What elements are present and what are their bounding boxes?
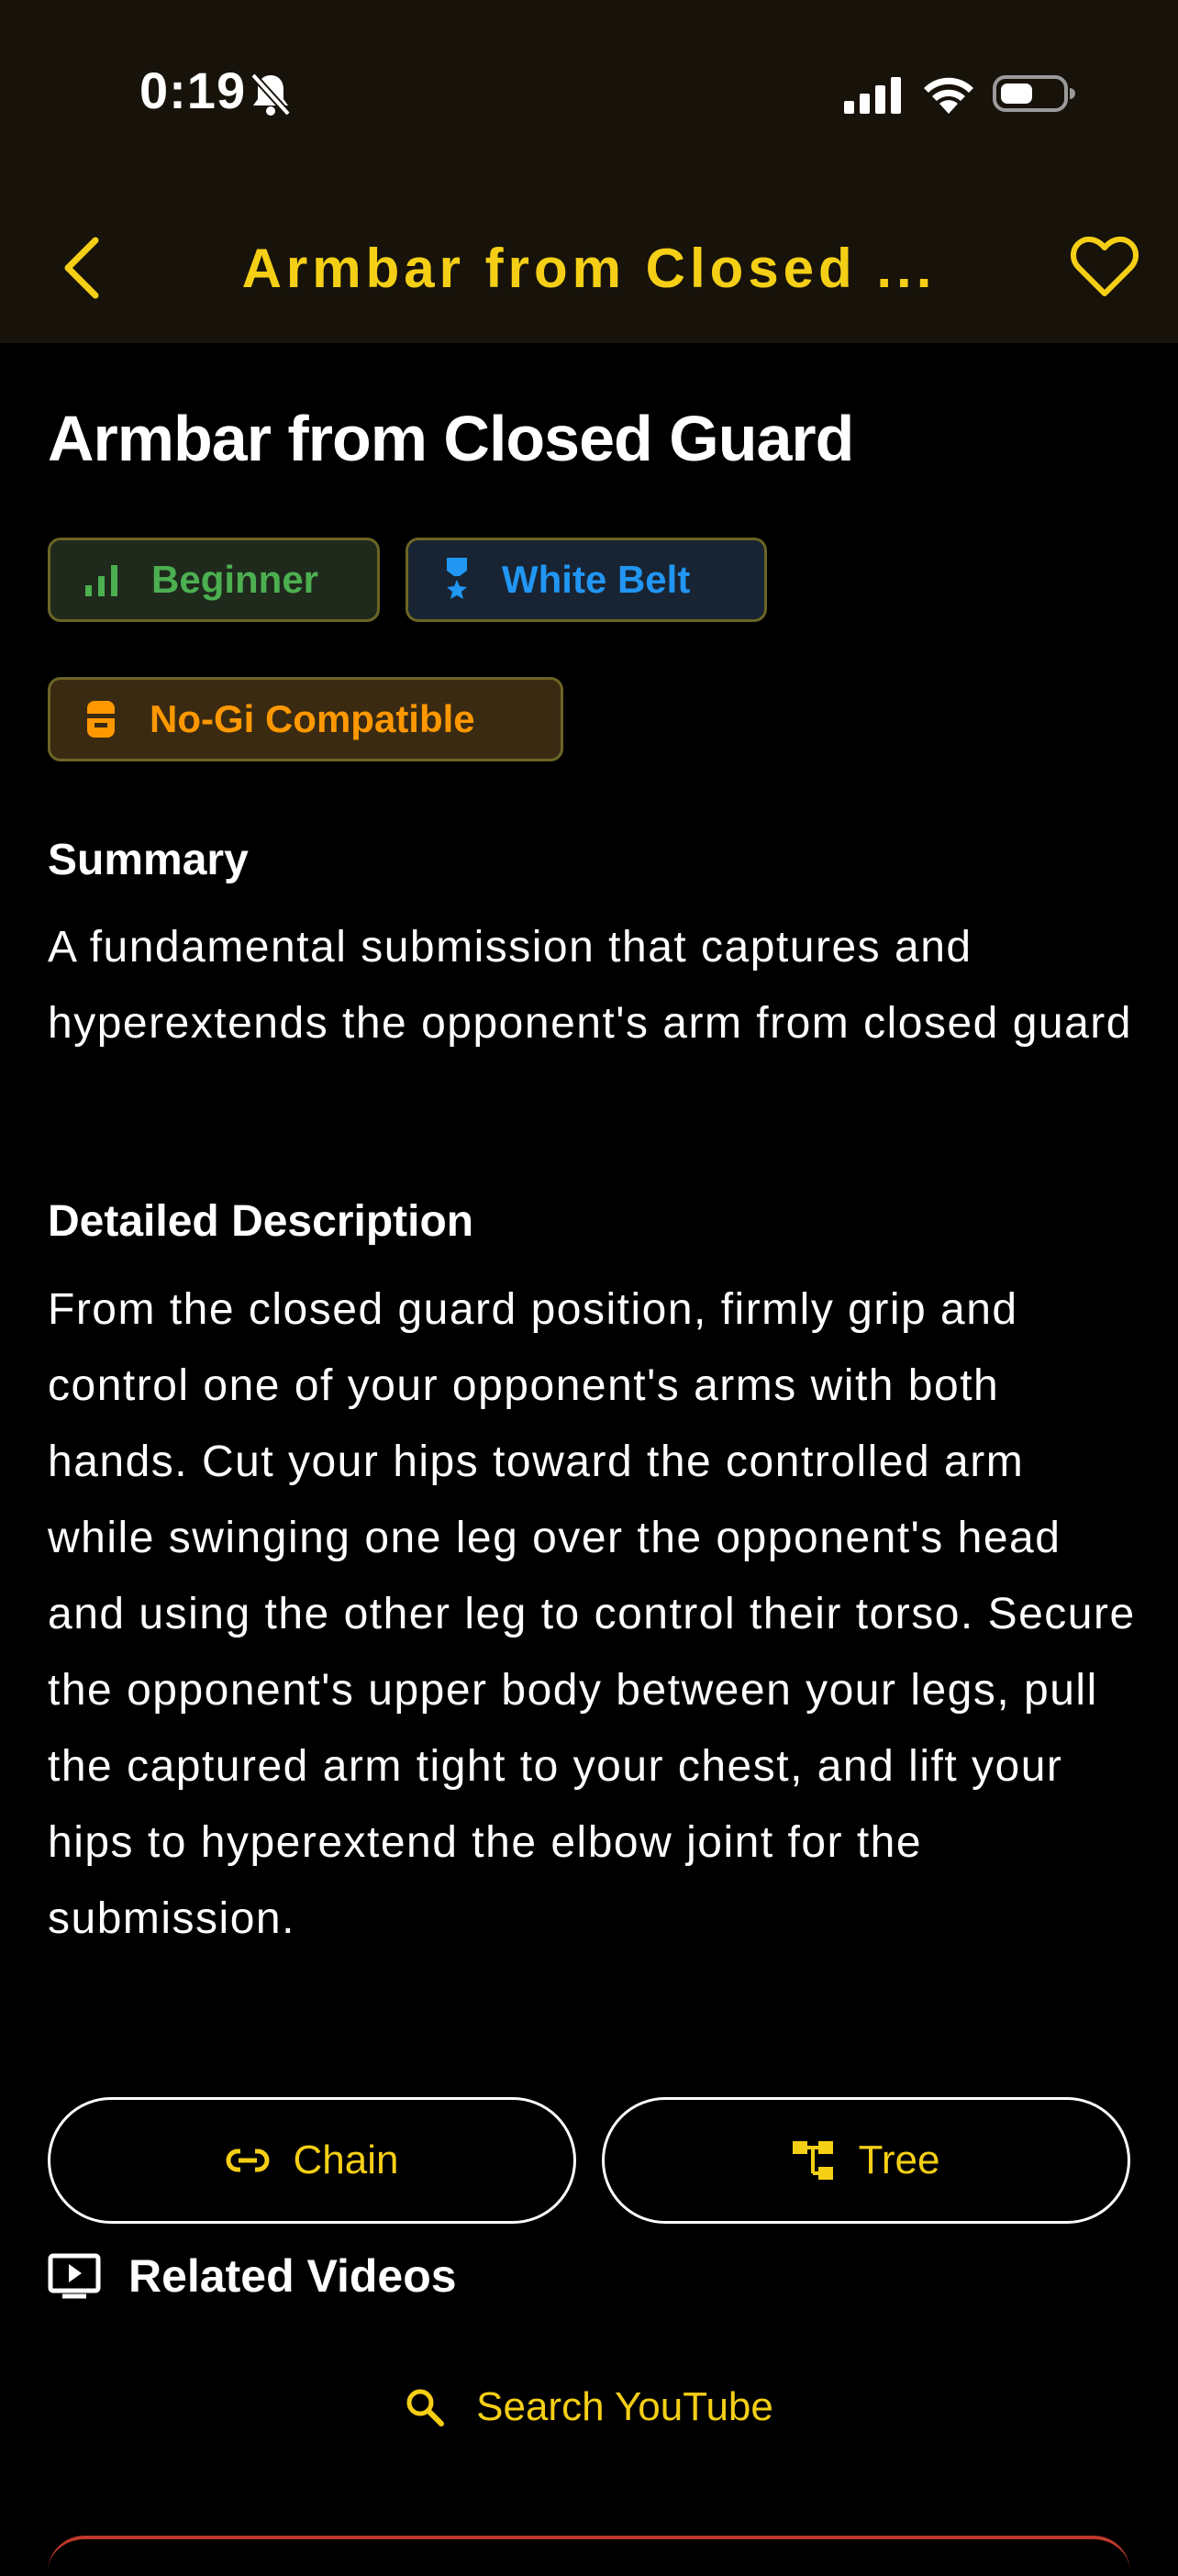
navigation-bar: Armbar from Closed ... [0,191,1178,343]
chain-label: Chain [293,2137,399,2182]
belt-badge: White Belt [406,538,767,622]
description-heading: Detailed Description [48,1197,474,1246]
nogi-label: No-Gi Compatible [150,697,475,740]
signal-bars-icon [85,565,117,596]
link-icon [226,2149,270,2172]
cellular-signal-icon [844,77,901,114]
belt-label: White Belt [502,558,691,601]
search-youtube-button[interactable]: Search YouTube [48,2371,1130,2444]
status-bar: 0:19 [0,0,1178,191]
tree-button[interactable]: Tree [602,2097,1130,2224]
description-text: From the closed guard position, firmly g… [48,1285,1136,1943]
video-card-edge [48,2536,1130,2576]
tree-label: Tree [858,2137,940,2182]
technique-title: Armbar from Closed Guard [48,403,854,474]
related-videos-header: Related Videos [48,2242,457,2310]
summary-heading: Summary [48,836,249,884]
chain-button[interactable]: Chain [48,2097,576,2224]
difficulty-label: Beginner [151,558,319,601]
rash-guard-icon [87,701,115,738]
difficulty-badge: Beginner [48,538,380,622]
search-youtube-label: Search YouTube [476,2384,773,2429]
search-icon [406,2389,445,2426]
nogi-badge: No-Gi Compatible [48,677,563,761]
wifi-icon [924,77,973,114]
tree-structure-icon [792,2141,833,2180]
summary-text: A fundamental submission that captures a… [48,923,1132,1048]
nav-title: Armbar from Closed ... [241,238,937,299]
back-chevron-icon[interactable] [51,228,114,308]
bell-slash-icon [250,72,291,117]
belt-medal-icon [447,558,467,599]
battery-icon [993,75,1075,112]
status-time: 0:19 [139,61,247,119]
related-videos-label: Related Videos [128,2250,457,2302]
heart-icon[interactable] [1070,233,1139,303]
video-player-icon [48,2253,101,2299]
